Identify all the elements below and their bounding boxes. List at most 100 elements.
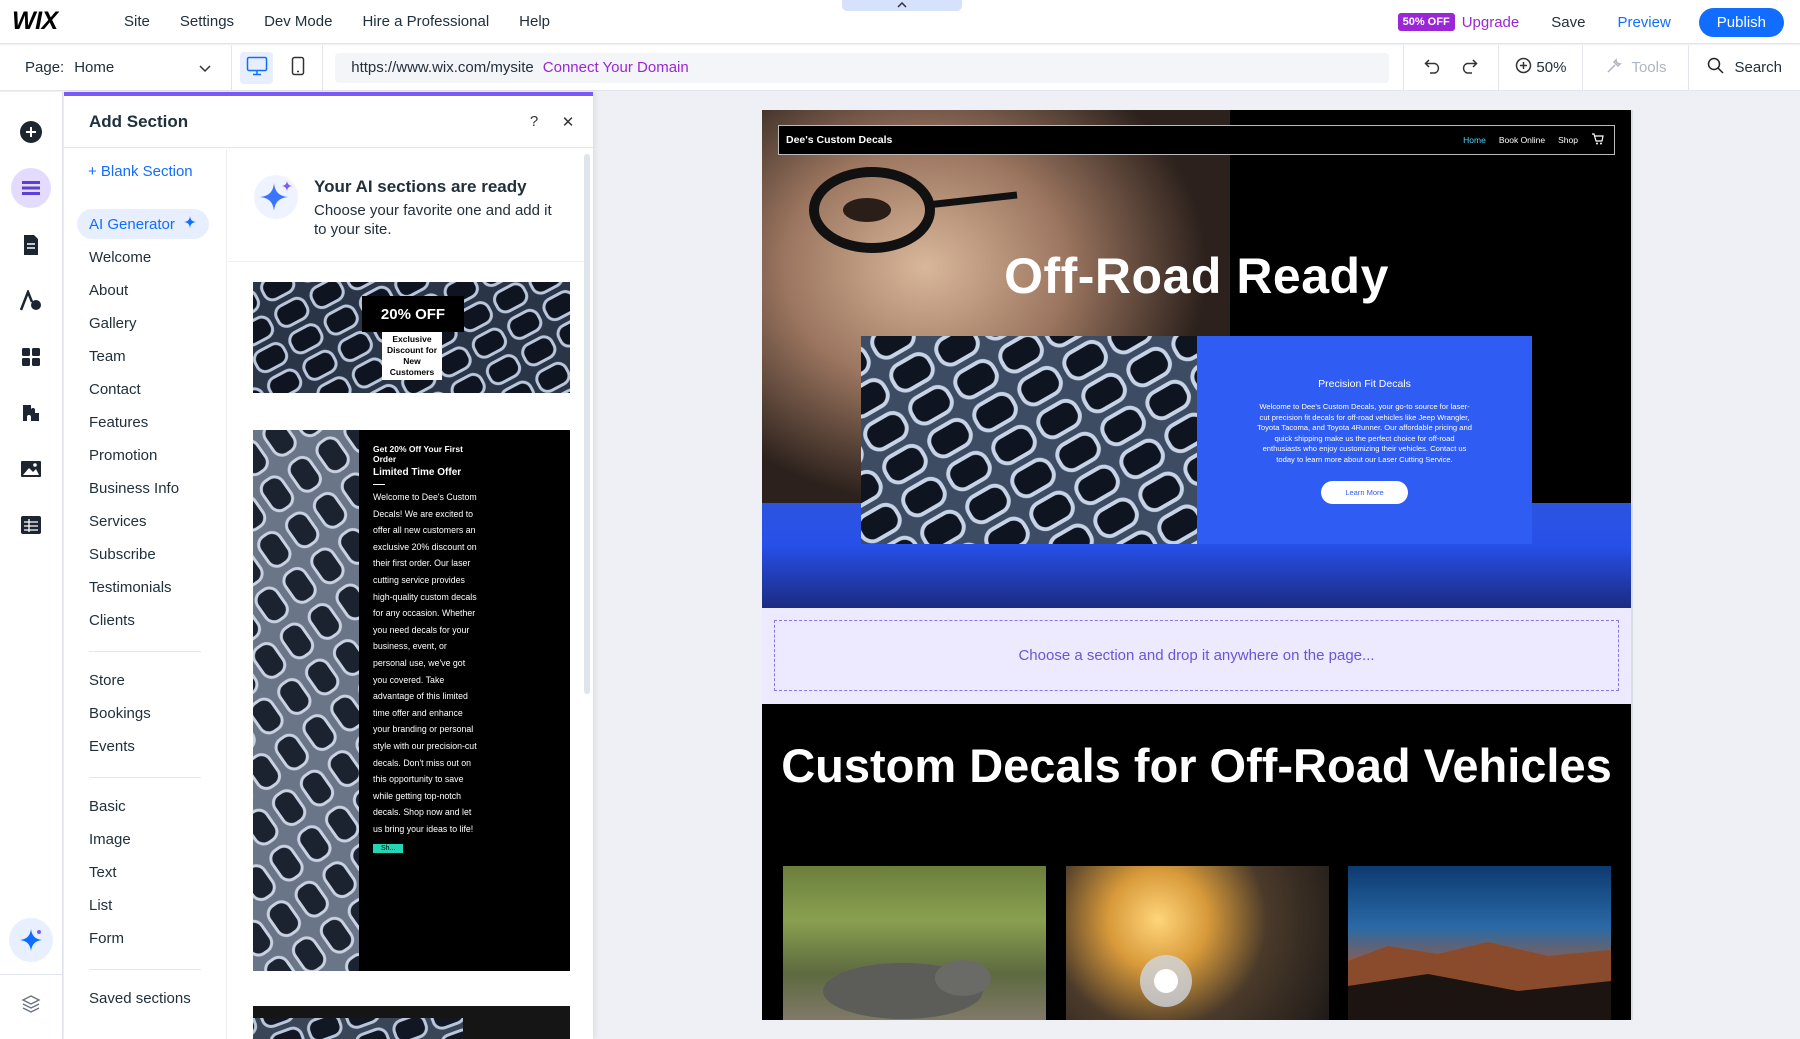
category-text[interactable]: Text [89,864,117,881]
top-menu: Site Settings Dev Mode Hire a Profession… [109,13,565,30]
category-image[interactable]: Image [89,831,131,848]
cart-icon[interactable] [1591,132,1604,149]
mobile-view-button[interactable] [281,52,314,84]
sparkle-icon [183,215,197,233]
ai-banner-title: Your AI sections are ready [314,177,527,196]
top-bar: WIX Site Settings Dev Mode Hire a Profes… [0,0,1800,44]
add-elements-icon[interactable] [11,112,51,152]
card-title: Precision Fit Decals [1318,378,1411,390]
category-contact[interactable]: Contact [89,381,141,398]
zoom-control[interactable]: 50% [1498,44,1582,91]
ai-banner-text: Your AI sections are ready Choose your f… [314,177,564,239]
panel-scrollbar[interactable] [584,154,590,694]
preview-button[interactable]: Preview [1617,14,1670,31]
site-nav-book-online[interactable]: Book Online [1499,135,1545,145]
discount-badge[interactable]: 50% OFF [1397,13,1455,31]
category-list[interactable]: List [89,897,112,914]
site-header: Dee's Custom Decals Home Book Online Sho… [778,125,1615,155]
apps-icon[interactable] [11,337,51,377]
cms-icon[interactable] [11,505,51,545]
site-nav-home[interactable]: Home [1463,135,1486,145]
connect-domain-link[interactable]: Connect Your Domain [543,59,689,76]
section-preview-discount[interactable]: 20% OFF Exclusive Discount for New Custo… [253,282,570,393]
ai-assistant-icon[interactable] [9,918,53,962]
category-gallery[interactable]: Gallery [89,315,137,332]
category-bookings[interactable]: Bookings [89,705,151,722]
section-drop-zone[interactable]: Choose a section and drop it anywhere on… [762,608,1631,704]
menu-dev-mode[interactable]: Dev Mode [249,13,347,30]
learn-more-button[interactable]: Learn More [1321,481,1408,504]
tools-button[interactable]: Tools [1582,44,1688,91]
category-divider [89,777,201,778]
category-saved-sections[interactable]: Saved sections [89,990,191,1007]
category-services[interactable]: Services [89,513,147,530]
blank-section-button[interactable]: + Blank Section [88,163,193,180]
menu-site[interactable]: Site [109,13,165,30]
ai-sections-banner: Your AI sections are ready Choose your f… [228,149,584,262]
category-divider [89,651,201,652]
category-welcome[interactable]: Welcome [89,249,151,266]
layers-icon[interactable] [11,984,51,1024]
category-clients[interactable]: Clients [89,612,135,629]
category-ai-generator[interactable]: AI Generator [77,209,209,239]
offer-heading: Get 20% Off Your First Order [373,444,463,464]
redo-icon[interactable] [1460,58,1478,78]
hero-info-card: Precision Fit Decals Welcome to Dee's Cu… [1197,336,1532,544]
desktop-view-button[interactable] [240,51,274,84]
search-button[interactable]: Search [1688,44,1800,91]
section-preview-next[interactable] [253,1006,570,1039]
category-basic[interactable]: Basic [89,798,126,815]
pages-icon[interactable] [11,225,51,265]
wix-logo[interactable]: WIX [12,7,92,36]
menu-settings[interactable]: Settings [165,13,249,30]
page-value: Home [74,59,115,76]
menu-help[interactable]: Help [504,13,565,30]
business-icon[interactable] [11,393,51,433]
close-icon[interactable]: ✕ [551,113,585,131]
ai-sparkle-icon [252,173,300,221]
tools-icon [1605,57,1623,79]
site-url-bar[interactable]: https://www.wix.com/mysite Connect Your … [335,52,1390,83]
hero-mesh-image [861,336,1197,544]
offer-shop-button: Sh... [373,844,404,854]
category-team[interactable]: Team [89,348,126,365]
publish-button[interactable]: Publish [1698,7,1784,37]
save-button[interactable]: Save [1551,14,1585,31]
section-preview-offer[interactable]: Get 20% Off Your First Order Limited Tim… [253,430,570,971]
mesh-pattern-image [253,430,359,971]
menu-hire-professional[interactable]: Hire a Professional [347,13,504,30]
sections-icon[interactable] [11,168,51,208]
site-nav-shop[interactable]: Shop [1558,135,1578,145]
upgrade-link[interactable]: Upgrade [1462,14,1520,31]
page-selector[interactable]: Page: Home [0,59,231,76]
device-switcher [231,44,324,91]
site-brand[interactable]: Dee's Custom Decals [786,134,1463,146]
panel-title: Add Section [89,111,189,131]
category-form[interactable]: Form [89,930,124,947]
offer-subheading: Limited Time Offer [373,467,462,478]
category-features[interactable]: Features [89,414,148,431]
mobile-icon [291,56,305,80]
category-store[interactable]: Store [89,672,125,689]
category-about[interactable]: About [89,282,128,299]
rail-divider [0,974,63,975]
page-label: Page: [25,59,65,76]
category-promotion[interactable]: Promotion [89,447,157,464]
hero-title: Off-Road Ready [1004,248,1389,304]
site-canvas[interactable]: Dee's Custom Decals Home Book Online Sho… [762,110,1631,1020]
discount-badge-text: 20% OFF [362,296,464,332]
media-icon[interactable] [11,449,51,489]
offer-divider [373,484,385,485]
category-business-info[interactable]: Business Info [89,480,179,497]
discount-box-text: Exclusive Discount for New Customers [382,332,442,380]
top-right-actions: 50% OFF Upgrade Save Preview Publish [1397,0,1800,44]
category-testimonials[interactable]: Testimonials [89,579,172,596]
category-subscribe[interactable]: Subscribe [89,546,156,563]
category-events[interactable]: Events [89,738,135,755]
help-icon[interactable]: ? [517,113,551,130]
design-icon[interactable] [11,281,51,321]
undo-icon[interactable] [1424,58,1442,78]
editor-toolbar: Page: Home https://www.wix.com/mysite Co… [0,44,1800,91]
collapse-toolbar-button[interactable] [842,0,962,11]
gallery-image-rhino [783,866,1046,1020]
